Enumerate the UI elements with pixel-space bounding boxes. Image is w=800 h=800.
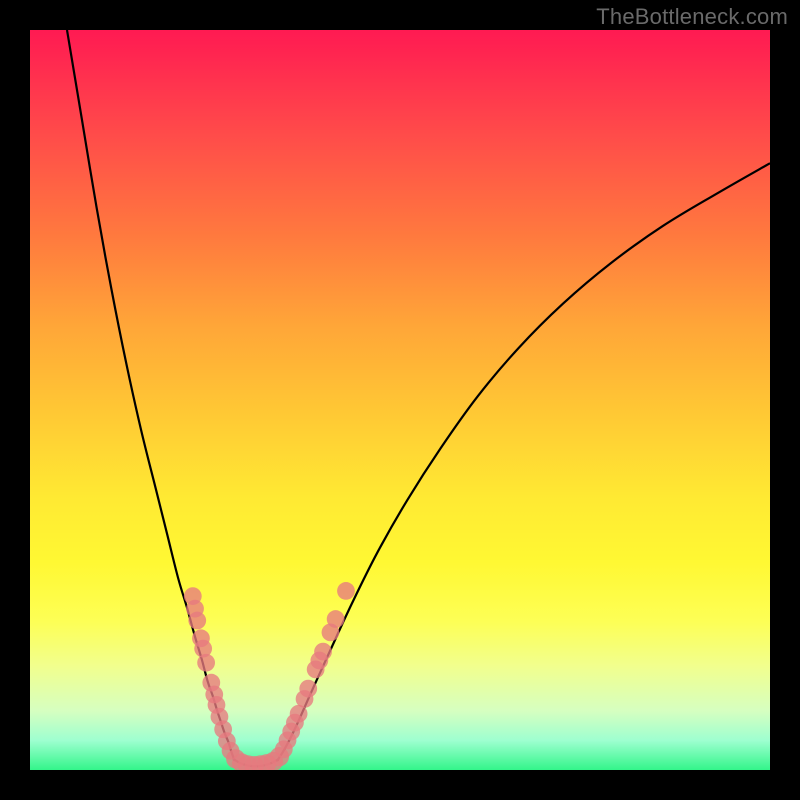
watermark-label: TheBottleneck.com <box>596 4 788 30</box>
chart-svg <box>30 30 770 770</box>
data-point <box>337 582 355 600</box>
data-point <box>327 610 345 628</box>
bottleneck-curve <box>67 30 770 766</box>
data-point <box>197 654 215 672</box>
data-point <box>188 612 206 630</box>
chart-frame: TheBottleneck.com <box>0 0 800 800</box>
data-point <box>299 680 317 698</box>
plot-area <box>30 30 770 770</box>
data-point <box>314 643 332 661</box>
